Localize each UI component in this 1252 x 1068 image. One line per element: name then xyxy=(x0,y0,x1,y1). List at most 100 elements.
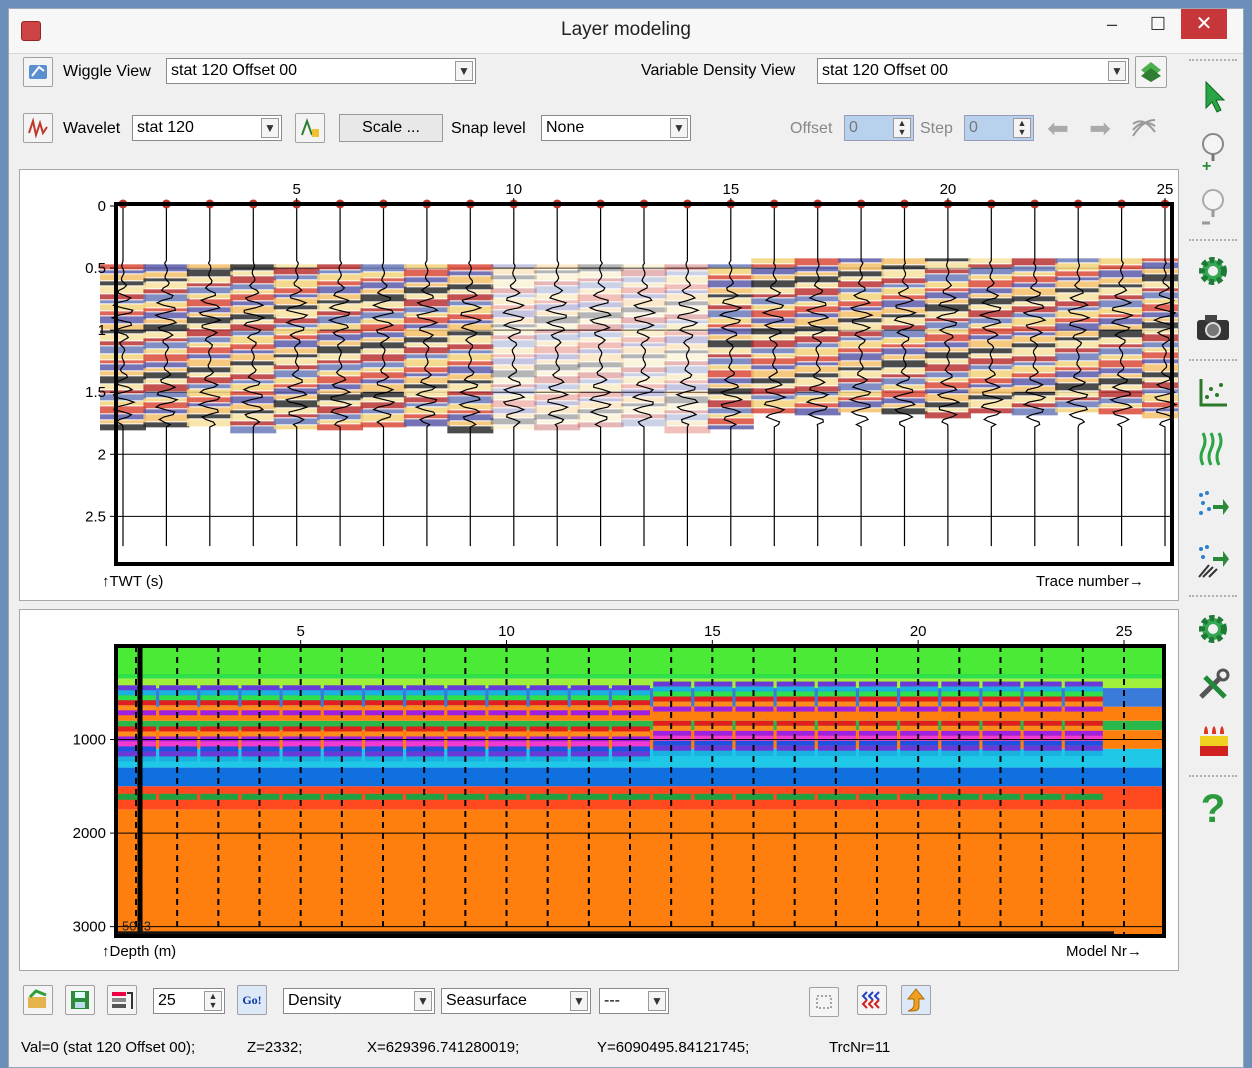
wavelet-select[interactable]: stat 120 ▼ xyxy=(132,115,282,141)
model-layer xyxy=(776,750,815,756)
model-layer xyxy=(118,685,156,691)
wavelet-icon[interactable] xyxy=(23,113,53,143)
model-layer xyxy=(447,695,486,701)
model-layer xyxy=(282,685,321,691)
toolbar-separator xyxy=(1189,59,1237,61)
model-layer xyxy=(447,685,486,691)
extra-value: --- xyxy=(604,992,620,1009)
model-layer xyxy=(982,706,1021,712)
model-layer xyxy=(859,696,897,702)
property-select[interactable]: Density ▼ xyxy=(283,988,435,1014)
y-tick-label: 0.5 xyxy=(85,260,106,277)
settings-icon[interactable] xyxy=(1189,247,1237,295)
model-layer xyxy=(1023,686,1062,692)
model-layer xyxy=(900,696,939,702)
wiggle-view-select[interactable]: stat 120 Offset 00 ▼ xyxy=(166,58,476,84)
property-value: Density xyxy=(288,992,342,1009)
model-layer xyxy=(1023,720,1062,726)
stratigraphy-icon[interactable] xyxy=(857,985,887,1015)
model-layer xyxy=(406,695,445,701)
flatten-advanced-icon[interactable] xyxy=(1189,537,1237,585)
wiggle-view-label: Wiggle View xyxy=(63,63,151,80)
model-layer xyxy=(900,706,939,712)
model-layer xyxy=(735,706,774,712)
camera-icon[interactable] xyxy=(1189,303,1237,351)
pointer-icon[interactable] xyxy=(1189,73,1237,121)
create-models-icon[interactable] xyxy=(107,985,137,1015)
arrow-left-icon[interactable]: ⬅ xyxy=(1043,113,1073,143)
chevron-down-icon: ▼ xyxy=(570,991,588,1011)
model-layer xyxy=(488,685,527,691)
chevron-down-icon: ▼ xyxy=(670,118,688,138)
model-count-value: 25 xyxy=(158,992,176,1009)
offset-spinner[interactable]: 0 ▲ ▼ xyxy=(844,115,914,141)
model-layer xyxy=(612,695,650,701)
wavelet-label: Wavelet xyxy=(63,120,121,137)
model-layer xyxy=(1023,681,1062,687)
arrow-up-icon[interactable] xyxy=(901,985,931,1015)
model-layer xyxy=(406,751,445,757)
go-button[interactable]: Go! xyxy=(237,985,267,1015)
wiggle-view-panel[interactable]: 5 10 15 20 25 0 0.5 1 1.5 2 2.5 ↑TWT (s) Trace num… xyxy=(19,169,1179,601)
model-layer xyxy=(570,695,609,701)
model-layer xyxy=(1064,750,1103,756)
model-layer xyxy=(941,750,980,756)
model-layer xyxy=(1023,750,1062,756)
model-layer xyxy=(1023,701,1062,707)
model-layer xyxy=(323,751,362,757)
wavelet-value: stat 120 xyxy=(137,119,194,136)
wiggle-view-icon[interactable] xyxy=(23,57,53,87)
snap-level-select[interactable]: None ▼ xyxy=(541,115,691,141)
svg-text:+: + xyxy=(1202,158,1211,171)
crossplot-icon[interactable] xyxy=(1189,369,1237,417)
close-button[interactable]: ✕ xyxy=(1181,9,1227,39)
help-icon[interactable]: ? xyxy=(1189,785,1237,833)
flatten-icon[interactable] xyxy=(1189,481,1237,529)
model-layer xyxy=(529,695,568,701)
arrow-right-icon[interactable]: ➡ xyxy=(1085,113,1115,143)
open-icon[interactable] xyxy=(23,985,53,1015)
wiggle-view-value: stat 120 Offset 00 xyxy=(171,62,298,79)
spinner-arrows-icon: ▲ ▼ xyxy=(893,118,911,138)
wavelet-properties-icon[interactable] xyxy=(295,113,325,143)
surface-select[interactable]: Seasurface ▼ xyxy=(441,988,591,1014)
wiggle-traces-icon[interactable] xyxy=(1189,425,1237,473)
zoom-out-icon[interactable] xyxy=(1189,183,1237,231)
extra-select[interactable]: --- ▼ xyxy=(599,988,669,1014)
model-layer xyxy=(612,751,650,757)
layer-model-panel[interactable]: 5013 5 10 15 20 25 1000 2000 3000 ↑Depth (m) Mod… xyxy=(19,609,1179,971)
model-layer xyxy=(941,696,980,702)
model-layer xyxy=(1023,740,1062,746)
maximize-button[interactable]: ☐ xyxy=(1135,9,1181,39)
model-layer xyxy=(612,685,650,691)
save-icon[interactable] xyxy=(65,985,95,1015)
model-layer xyxy=(653,750,692,756)
display-layers-icon[interactable] xyxy=(809,987,839,1017)
layer-band xyxy=(116,646,1164,675)
status-value: Val=0 (stat 120 Offset 00); xyxy=(21,1039,196,1056)
play-traces-icon[interactable] xyxy=(1129,113,1159,143)
model-layer xyxy=(570,751,609,757)
model-layer xyxy=(1023,730,1062,736)
scale-button[interactable]: Scale ... xyxy=(339,114,443,142)
settings-icon[interactable] xyxy=(1189,605,1237,653)
model-layer xyxy=(159,751,198,757)
tools-icon[interactable] xyxy=(1189,661,1237,709)
x-tick-label: 15 xyxy=(722,181,739,198)
toolbar-separator xyxy=(1189,775,1237,777)
x-tick-label: 25 xyxy=(1116,623,1133,640)
model-layer xyxy=(694,706,733,712)
toolbar-separator xyxy=(1189,595,1237,597)
step-spinner[interactable]: 0 ▲ ▼ xyxy=(964,115,1034,141)
model-layer xyxy=(365,751,403,757)
model-layer xyxy=(118,751,156,757)
fluid-icon[interactable] xyxy=(1189,717,1237,765)
model-layer xyxy=(653,706,692,712)
vd-display-icon[interactable] xyxy=(1135,56,1167,88)
model-count-spinner[interactable]: 25 ▲ ▼ xyxy=(153,988,225,1014)
minimize-button[interactable]: – xyxy=(1089,9,1135,39)
variable-density-select[interactable]: stat 120 Offset 00 ▼ xyxy=(817,58,1129,84)
zoom-in-icon[interactable]: + xyxy=(1189,127,1237,175)
step-label: Step xyxy=(920,120,953,137)
model-layer xyxy=(776,696,815,702)
